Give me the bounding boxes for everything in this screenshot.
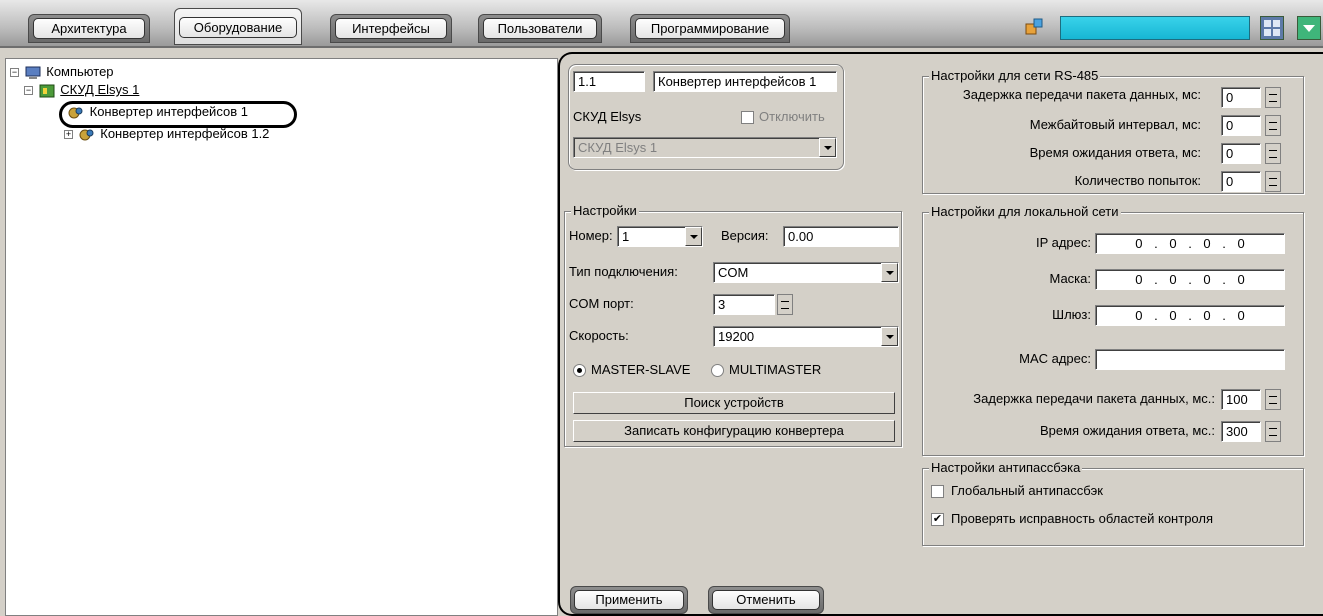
converter-icon xyxy=(79,129,94,141)
tree-item-acs-label: СКУД Elsys 1 xyxy=(60,82,140,97)
tab-equipment[interactable]: Оборудование xyxy=(174,8,302,45)
computer-icon xyxy=(25,66,41,79)
tab-programming-label: Программирование xyxy=(635,18,785,39)
lan-legend: Настройки для локальной сети xyxy=(929,204,1121,219)
apply-button[interactable]: Применить xyxy=(570,586,688,614)
check-areas-checkbox[interactable]: ✔ xyxy=(931,513,944,526)
tab-equipment-label: Оборудование xyxy=(179,17,297,38)
tab-programming[interactable]: Программирование xyxy=(630,14,790,43)
lan-timeout-field[interactable]: 300 xyxy=(1221,421,1261,442)
grid-icon[interactable] xyxy=(1260,16,1284,40)
master-slave-label: MASTER-SLAVE xyxy=(591,362,691,377)
global-antipassback-checkbox[interactable] xyxy=(931,485,944,498)
device-id-field[interactable]: 1.1 xyxy=(573,71,645,92)
tree-item-computer-label: Компьютер xyxy=(46,64,114,79)
top-search-box[interactable] xyxy=(1060,16,1250,40)
master-slave-radio[interactable] xyxy=(573,364,586,377)
lan-delay-field[interactable]: 100 xyxy=(1221,389,1261,410)
conn-type-arrow-icon[interactable] xyxy=(881,263,898,282)
rs485-legend: Настройки для сети RS-485 xyxy=(929,68,1101,83)
conn-type-select[interactable]: COM xyxy=(713,262,899,283)
speed-label: Скорость: xyxy=(569,328,629,343)
parent-select[interactable]: СКУД Elsys 1 xyxy=(573,137,837,158)
tab-architecture[interactable]: Архитектура xyxy=(28,14,150,43)
lan-group: Настройки для локальной сети IP адрес: 0… xyxy=(922,205,1304,456)
rs485-delay-label: Задержка передачи пакета данных, мс: xyxy=(962,87,1201,102)
lan-delay-label: Задержка передачи пакета данных, мс.: xyxy=(973,391,1215,406)
gateway-field[interactable]: 0 . 0 . 0 . 0 xyxy=(1095,305,1285,326)
speed-arrow-icon[interactable] xyxy=(881,327,898,346)
rs485-timeout-spinner[interactable] xyxy=(1265,143,1281,164)
hardware-tree: − Компьютер − СКУД Elsys 1 Конвертер инт… xyxy=(5,58,558,616)
disable-checkbox[interactable] xyxy=(741,111,754,124)
lan-delay-spinner[interactable] xyxy=(1265,389,1281,410)
device-name-field[interactable]: Конвертер интерфейсов 1 xyxy=(653,71,837,92)
global-antipassback-label: Глобальный антипассбэк xyxy=(951,483,1103,498)
acs-device-icon xyxy=(39,84,55,98)
write-config-button[interactable]: Записать конфигурацию конвертера xyxy=(573,420,895,442)
cancel-button[interactable]: Отменить xyxy=(708,586,824,614)
selection-highlight-oval xyxy=(59,101,297,128)
tab-interfaces[interactable]: Интерфейсы xyxy=(330,14,452,43)
device-header-box: 1.1 Конвертер интерфейсов 1 СКУД Elsys О… xyxy=(568,64,844,170)
rs485-timeout-field[interactable]: 0 xyxy=(1221,143,1261,164)
mac-label: MAC адрес: xyxy=(1019,351,1091,366)
search-devices-button[interactable]: Поиск устройств xyxy=(573,392,895,414)
tab-users[interactable]: Пользователи xyxy=(478,14,602,43)
settings-group: Настройки Номер: 1 Версия: 0.00 Тип подк… xyxy=(564,204,902,447)
tab-interfaces-label: Интерфейсы xyxy=(335,18,447,39)
tree-item-acs[interactable]: − СКУД Elsys 1 xyxy=(24,81,139,99)
version-field[interactable]: 0.00 xyxy=(783,226,899,247)
dropdown-arrow-icon[interactable] xyxy=(1297,16,1321,40)
rs485-interbyte-field[interactable]: 0 xyxy=(1221,115,1261,136)
rs485-attempts-field[interactable]: 0 xyxy=(1221,171,1261,192)
rs485-interbyte-label: Межбайтовый интервал, мс: xyxy=(1029,117,1201,132)
number-label: Номер: xyxy=(569,228,613,243)
com-port-spinner[interactable] xyxy=(777,294,793,315)
com-port-field[interactable]: 3 xyxy=(713,294,775,315)
settings-legend: Настройки xyxy=(571,203,639,218)
top-tab-bar: Архитектура Оборудование Интерфейсы Поль… xyxy=(0,0,1323,48)
check-areas-label: Проверять исправность областей контроля xyxy=(951,511,1213,526)
parent-label: СКУД Elsys xyxy=(573,109,642,124)
expand-icon[interactable]: + xyxy=(64,130,73,140)
antipassback-legend: Настройки антипассбэка xyxy=(929,460,1083,475)
lan-timeout-spinner[interactable] xyxy=(1265,421,1281,442)
version-label: Версия: xyxy=(721,228,769,243)
rs485-attempts-spinner[interactable] xyxy=(1265,171,1281,192)
rs485-attempts-label: Количество попыток: xyxy=(1074,173,1201,188)
gateway-label: Шлюз: xyxy=(1052,307,1091,322)
antipassback-group: Настройки антипассбэка Глобальный антипа… xyxy=(922,461,1304,546)
cancel-button-label: Отменить xyxy=(712,590,820,610)
multimaster-radio[interactable] xyxy=(711,364,724,377)
rs485-delay-spinner[interactable] xyxy=(1265,87,1281,108)
rs485-timeout-label: Время ожидания ответа, мс: xyxy=(1029,145,1201,160)
multimaster-label: MULTIMASTER xyxy=(729,362,822,377)
rs485-delay-field[interactable]: 0 xyxy=(1221,87,1261,108)
tab-architecture-label: Архитектура xyxy=(33,18,145,39)
mac-field[interactable] xyxy=(1095,349,1285,370)
rs485-interbyte-spinner[interactable] xyxy=(1265,115,1281,136)
ip-label: IP адрес: xyxy=(1035,235,1091,250)
mask-label: Маска: xyxy=(1049,271,1091,286)
conn-type-label: Тип подключения: xyxy=(569,264,678,279)
tree-item-converter-2-label: Конвертер интерфейсов 1.2 xyxy=(100,126,270,141)
tree-item-computer[interactable]: − Компьютер xyxy=(10,63,114,81)
collapse-icon[interactable]: − xyxy=(10,68,19,78)
settings-panel: 1.1 Конвертер интерфейсов 1 СКУД Elsys О… xyxy=(558,52,1323,616)
mask-field[interactable]: 0 . 0 . 0 . 0 xyxy=(1095,269,1285,290)
disable-label: Отключить xyxy=(759,109,825,124)
parent-select-arrow-icon[interactable] xyxy=(819,138,836,157)
collapse-icon[interactable]: − xyxy=(24,86,33,96)
number-select-arrow-icon[interactable] xyxy=(685,227,702,246)
tab-users-label: Пользователи xyxy=(483,18,597,39)
ip-field[interactable]: 0 . 0 . 0 . 0 xyxy=(1095,233,1285,254)
com-port-label: COM порт: xyxy=(569,296,634,311)
rs485-group: Настройки для сети RS-485 Задержка перед… xyxy=(922,69,1304,194)
objects-icon[interactable] xyxy=(1025,18,1045,36)
lan-timeout-label: Время ожидания ответа, мс.: xyxy=(1039,423,1215,438)
speed-select[interactable]: 19200 xyxy=(713,326,899,347)
apply-button-label: Применить xyxy=(574,590,684,610)
